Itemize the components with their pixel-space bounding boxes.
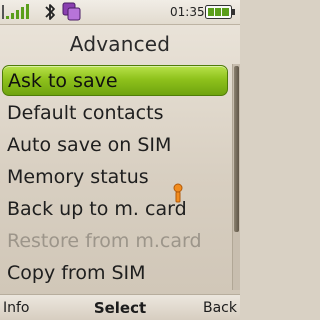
- menu-item-copy-from-sim[interactable]: Copy from SIM: [2, 257, 228, 288]
- battery-icon: [205, 5, 235, 19]
- back-softkey[interactable]: Back: [203, 300, 237, 316]
- menu-item-label: Auto save on SIM: [7, 133, 172, 156]
- status-bar: 01:35: [0, 0, 240, 25]
- page-title: Advanced: [69, 32, 171, 56]
- phone-screen: 01:35 Advanced Ask to save Default conta…: [0, 0, 240, 320]
- menu-item-auto-save-on-sim[interactable]: Auto save on SIM: [2, 129, 228, 160]
- menu-item-label: Default contacts: [7, 101, 164, 124]
- menu-item-memory-status[interactable]: Memory status: [2, 161, 228, 192]
- menu-item-back-up-to-card[interactable]: Back up to m. card: [2, 193, 228, 224]
- scrollbar[interactable]: [232, 64, 240, 290]
- menu-item-label: Restore from m.card: [7, 229, 202, 252]
- menu-item-label: Copy from SIM: [7, 261, 146, 284]
- signal-strength-icon: [2, 4, 29, 19]
- softkey-bar: Info Select Back: [0, 294, 240, 320]
- menu-item-label: Ask to save: [8, 69, 118, 92]
- menu-item-label: Back up to m. card: [7, 197, 187, 220]
- title-bar: Advanced: [0, 25, 240, 63]
- menu-item-restore-from-card: Restore from m.card: [2, 225, 228, 256]
- scrollbar-thumb[interactable]: [234, 66, 239, 232]
- pointer-icon: [173, 183, 183, 203]
- menu-list: Ask to save Default contacts Auto save o…: [0, 64, 232, 290]
- bluetooth-icon: [45, 4, 55, 20]
- menu-item-ask-to-save[interactable]: Ask to save: [2, 65, 228, 96]
- app-switch-icon: [62, 2, 81, 21]
- menu-item-label: Memory status: [7, 165, 149, 188]
- clock: 01:35: [170, 5, 205, 19]
- menu-item-default-contacts[interactable]: Default contacts: [2, 97, 228, 128]
